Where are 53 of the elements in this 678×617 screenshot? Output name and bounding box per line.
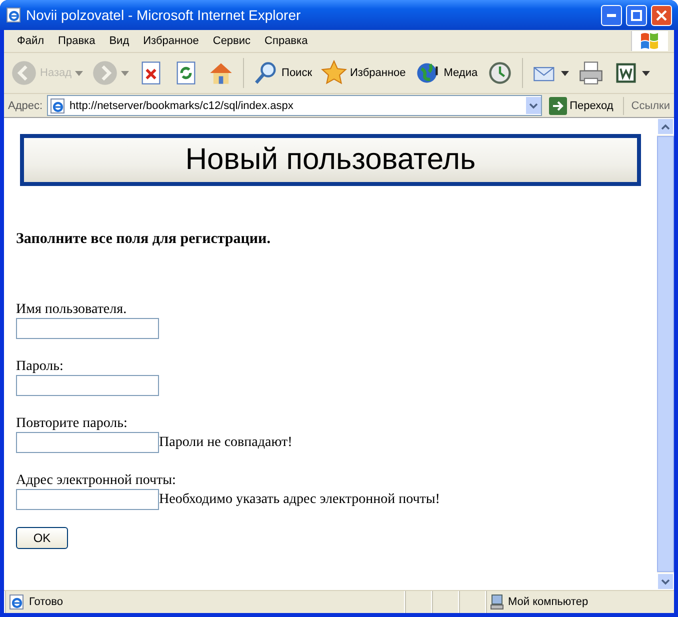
printer-icon xyxy=(578,60,604,86)
error-message: Необходимо указать адрес электронной почты! xyxy=(159,492,440,508)
field-label: Адрес электронной почты: xyxy=(16,472,177,489)
menu-item[interactable]: Вид xyxy=(102,33,136,49)
ok-button[interactable]: OK xyxy=(16,527,68,549)
input-field[interactable] xyxy=(16,432,159,453)
maximize-button[interactable] xyxy=(626,4,647,26)
page-banner: Новый пользователь xyxy=(20,134,641,186)
media-button[interactable]: Медиа xyxy=(412,58,481,88)
error-message: Пароли не совпадают! xyxy=(159,434,292,450)
field-label: Повторите пароль: xyxy=(16,415,128,432)
minimize-icon xyxy=(607,14,616,16)
close-icon xyxy=(656,10,667,20)
chevron-down-icon xyxy=(528,102,538,108)
go-button[interactable]: Переход xyxy=(546,94,616,116)
menu-item[interactable]: Правка xyxy=(51,33,102,49)
arrow-right-icon xyxy=(548,96,567,114)
dropdown-caret-icon xyxy=(642,70,650,76)
field-label: Имя пользователя. xyxy=(16,301,128,318)
status-text: Готово xyxy=(29,596,63,608)
input-field[interactable] xyxy=(16,375,159,396)
window-title: Novii polzovatel - Microsoft Internet Explorer xyxy=(26,7,302,23)
input-field[interactable] xyxy=(16,318,159,339)
form-heading: Заполните все поля для регистрации. xyxy=(16,231,272,248)
menu-item[interactable]: Избранное xyxy=(136,33,206,49)
dropdown-caret-icon xyxy=(560,70,569,76)
address-label: Адрес: xyxy=(8,100,43,112)
chevron-up-icon xyxy=(661,124,670,130)
browser-icon xyxy=(6,7,22,23)
dropdown-caret-icon xyxy=(120,70,129,76)
history-icon xyxy=(486,60,513,86)
close-button[interactable] xyxy=(651,4,672,26)
page-icon xyxy=(9,594,25,610)
input-field[interactable] xyxy=(16,489,159,510)
links-button[interactable]: Ссылки xyxy=(631,100,670,112)
chevron-down-icon xyxy=(661,578,670,584)
menu-item[interactable]: Справка xyxy=(258,33,315,49)
favorites-button[interactable]: Избранное xyxy=(318,58,409,88)
search-button[interactable]: Поиск xyxy=(250,58,316,88)
computer-icon xyxy=(490,594,504,610)
security-zone: Мой компьютер xyxy=(508,596,588,608)
minimize-button[interactable] xyxy=(601,4,622,26)
dropdown-button[interactable] xyxy=(526,97,541,114)
page-icon xyxy=(50,98,66,114)
field-label: Пароль: xyxy=(16,358,64,375)
star-icon xyxy=(321,60,348,86)
menu-item[interactable]: Сервис xyxy=(206,33,258,49)
address-field[interactable]: http://netserver/bookmarks/c12/sql/index.aspx xyxy=(46,95,542,116)
maximize-icon xyxy=(631,10,642,20)
menu-item[interactable]: Файл xyxy=(10,33,52,49)
windows-flag-icon xyxy=(639,32,661,50)
vertical-scrollbar[interactable] xyxy=(657,118,674,590)
dropdown-caret-icon xyxy=(74,70,83,76)
